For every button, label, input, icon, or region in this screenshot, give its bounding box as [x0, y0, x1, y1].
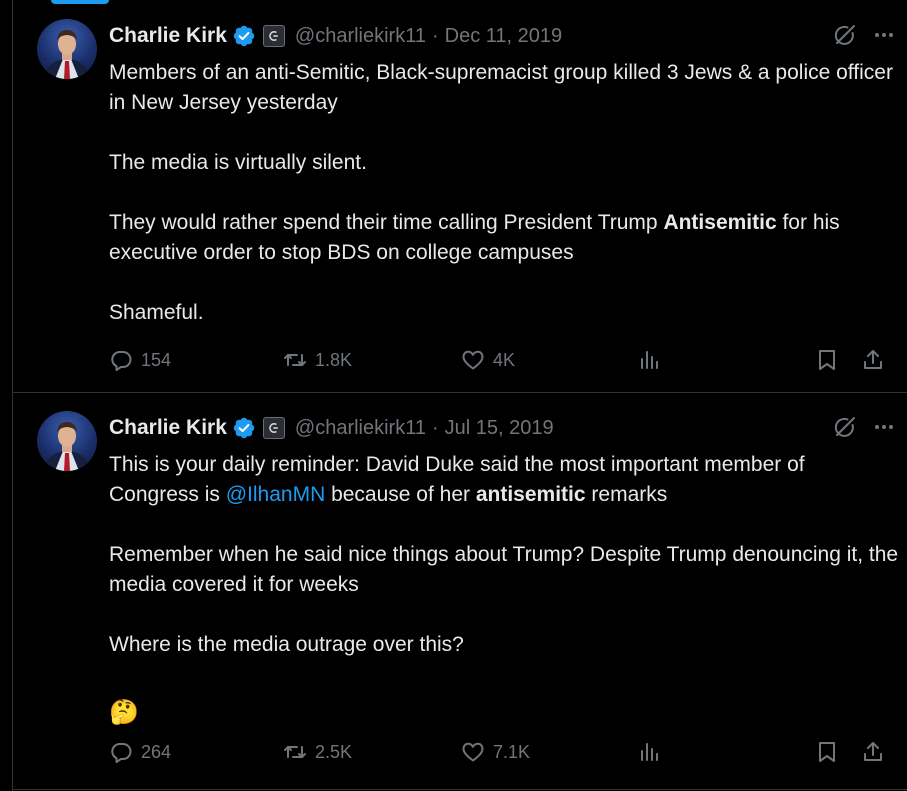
separator-dot: · [431, 24, 439, 47]
bookmark-button[interactable] [815, 737, 839, 767]
affiliate-badge-icon[interactable] [262, 25, 285, 47]
verified-badge-icon[interactable] [232, 24, 256, 48]
tweet-date[interactable]: Jul 15, 2019 [445, 417, 554, 440]
bookmark-button[interactable] [815, 345, 839, 375]
views-button[interactable] [637, 737, 661, 767]
repost-icon [284, 354, 306, 366]
timeline-feed: Charlie Kirk @charliekirk11 · Dec 11, 20… [12, 0, 907, 791]
tweet-header-actions [832, 22, 896, 48]
like-count: 4K [493, 349, 516, 370]
tweet-paragraph: Members of an anti-Semitic, Black-suprem… [109, 61, 893, 114]
tweet-text: This is your daily reminder: David Duke … [109, 450, 899, 729]
tweet-paragraph: They would rather spend their time calli… [109, 208, 899, 268]
share-button[interactable] [861, 737, 885, 767]
reply-button[interactable]: 264 [109, 737, 171, 767]
bookmark-icon [819, 742, 835, 762]
tweet-paragraph: Remember when he said nice things about … [109, 543, 899, 596]
like-button[interactable]: 7.1K [461, 737, 530, 767]
text-segment: because of her [325, 483, 476, 506]
bold-text: Antisemitic [663, 211, 777, 234]
reply-icon [111, 743, 132, 763]
mention-link[interactable]: @IlhanMN [226, 483, 326, 506]
author-handle[interactable]: @charliekirk11 [295, 25, 426, 48]
tweet-text: Members of an anti-Semitic, Black-suprem… [109, 58, 899, 328]
reply-button[interactable]: 154 [109, 345, 171, 375]
tweet-header: Charlie Kirk @charliekirk11 · Dec 11, 20… [109, 21, 562, 51]
verified-badge-icon[interactable] [232, 416, 256, 440]
like-button[interactable]: 4K [461, 345, 515, 375]
text-segment: remarks [585, 483, 668, 506]
tweet-paragraph: 🤔 [109, 698, 899, 729]
bold-text: antisemitic [475, 483, 586, 506]
avatar[interactable] [37, 411, 97, 471]
tweet[interactable]: Charlie Kirk @charliekirk11 · Dec 11, 20… [13, 0, 907, 393]
share-icon [864, 742, 882, 761]
tweet-paragraph: The media is virtually silent. [109, 151, 367, 174]
separator-dot: · [431, 416, 439, 439]
affiliate-badge-icon[interactable] [262, 417, 285, 439]
repost-count: 2.5K [315, 741, 353, 762]
reply-count: 264 [141, 741, 172, 762]
thinking-face-emoji: 🤔 [109, 699, 139, 726]
heart-icon [462, 742, 484, 762]
bookmark-icon [819, 350, 835, 370]
author-handle[interactable]: @charliekirk11 [295, 417, 426, 440]
reply-icon [111, 351, 132, 371]
tweet-paragraph: Shameful. [109, 301, 204, 324]
tweet-paragraph: Where is the media outrage over this? [109, 633, 464, 656]
repost-icon [284, 746, 306, 758]
share-icon [864, 350, 882, 369]
reply-count: 154 [141, 349, 172, 370]
tweet-paragraph: This is your daily reminder: David Duke … [109, 450, 899, 510]
tweet-date[interactable]: Dec 11, 2019 [445, 25, 563, 48]
more-options-icon[interactable] [872, 23, 896, 47]
avatar[interactable] [37, 19, 97, 79]
tweet-header-actions [832, 414, 896, 440]
like-count: 7.1K [493, 741, 531, 762]
repost-count: 1.8K [315, 349, 353, 370]
grok-icon[interactable] [832, 22, 858, 48]
text-segment: They would rather spend their time calli… [109, 211, 664, 234]
tweet-action-bar: 154 1.8K 4K [109, 345, 899, 375]
repost-button[interactable]: 1.8K [283, 345, 352, 375]
tweet-header: Charlie Kirk @charliekirk11 · Jul 15, 20… [109, 413, 554, 443]
views-button[interactable] [637, 345, 661, 375]
heart-icon [462, 350, 484, 370]
author-name[interactable]: Charlie Kirk [109, 416, 227, 440]
more-options-icon[interactable] [872, 415, 896, 439]
repost-button[interactable]: 2.5K [283, 737, 352, 767]
views-chart-icon [641, 351, 658, 369]
views-chart-icon [641, 743, 658, 761]
author-name[interactable]: Charlie Kirk [109, 24, 227, 48]
tweet-action-bar: 264 2.5K 7.1K [109, 737, 899, 767]
grok-icon[interactable] [832, 414, 858, 440]
share-button[interactable] [861, 345, 885, 375]
